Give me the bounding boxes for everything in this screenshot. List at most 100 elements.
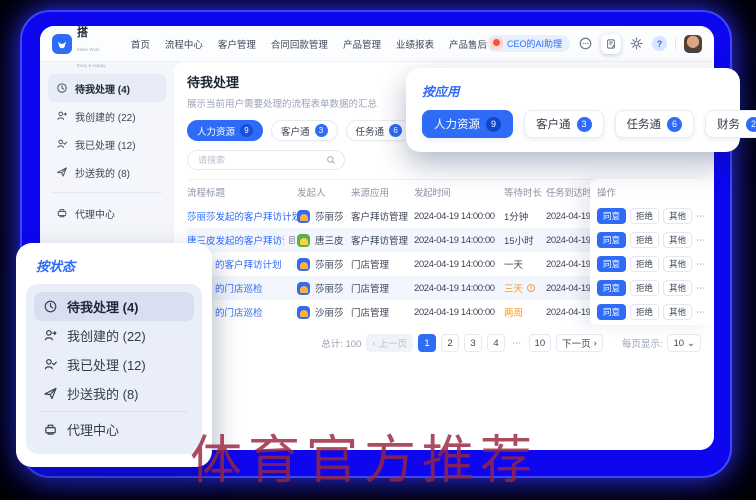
approve-button[interactable]: 同意 [597,208,626,224]
reject-button[interactable]: 拒绝 [630,280,659,296]
reject-button[interactable]: 拒绝 [630,232,659,248]
more-actions-icon[interactable]: ⋯ [696,283,705,294]
by-app-button-customer[interactable]: 客户通 3 [524,110,604,138]
by-app-button-finance[interactable]: 财务 2 [705,110,756,138]
ai-assistant-chip[interactable]: CEO的AI助理 [487,35,570,52]
nav-item-home[interactable]: 首页 [131,37,150,51]
reject-button[interactable]: 拒绝 [630,256,659,272]
status-item-pending[interactable]: 待我处理 (4) [34,292,194,321]
by-app-button-hr[interactable]: 人力资源 9 [422,110,513,138]
page-button-4[interactable]: 4 [487,334,505,352]
start-time: 2024-04-19 14:00:00 [414,235,504,246]
status-item-cc[interactable]: 抄送我的 (8) [34,379,194,408]
count-badge: 2 [746,117,756,132]
process-title-link[interactable]: 莎丽莎发起的客户拜访计划 [187,209,297,223]
page-button-1[interactable]: 1 [418,334,436,352]
user-arrow-icon [43,328,58,343]
status-divider [40,411,188,412]
task-table: 流程标题 发起人 来源应用 发起时间 等待时长 任务到达时间 莎丽莎发起的客户拜… [187,179,701,324]
per-page-control: 每页显示: 10⌄ [622,334,701,352]
search-input[interactable] [196,154,326,166]
gear-icon[interactable] [629,36,644,51]
initiator-avatar [297,306,310,319]
approve-button[interactable]: 同意 [597,256,626,272]
by-app-buttons: 人力资源 9 客户通 3 任务通 6 财务 2 [422,110,724,138]
sidebar-divider [52,192,162,193]
nav-item-process-center[interactable]: 流程中心 [165,37,203,51]
nav-item-contract-mgmt[interactable]: 合同回款管理 [271,37,328,51]
start-time: 2024-04-19 14:00:00 [414,259,504,270]
status-item-created[interactable]: 我创建的 (22) [34,321,194,350]
other-button[interactable]: 其他 [663,280,692,296]
sidebar-item-label: 代理中心 [75,206,115,221]
source-app: 客户拜访管理 [351,233,414,247]
page-button-10[interactable]: 10 [529,334,552,352]
by-status-panel: 按状态 待我处理 (4) 我创建的 (22) 我已处理 (12) 抄送我的 (8… [16,243,212,467]
more-actions-icon[interactable]: ⋯ [696,235,705,246]
sidebar-item-processed[interactable]: 我已处理 (12) [48,130,166,158]
approve-button[interactable]: 同意 [597,232,626,248]
user-check-icon [56,138,68,150]
sidebar-item-label: 我创建的 (22) [75,109,136,124]
initiator-name: 莎丽莎 [315,281,344,295]
count-badge: 3 [577,117,592,132]
sidebar-item-label: 抄送我的 (8) [75,165,130,180]
help-icon[interactable]: ? [652,36,667,51]
initiator-avatar [297,282,310,295]
tab-customer[interactable]: 客户通 3 [271,120,338,141]
initiator-avatar [297,234,310,247]
status-item-processed[interactable]: 我已处理 (12) [34,350,194,379]
per-page-label: 每页显示: [622,336,663,350]
nav-item-performance-report[interactable]: 业绩报表 [396,37,434,51]
nav-item-customer-mgmt[interactable]: 客户管理 [218,37,256,51]
page-button-2[interactable]: 2 [441,334,459,352]
more-actions-icon[interactable]: ⋯ [696,211,705,222]
actions-row: 同意 拒绝 其他 ⋯ [597,204,714,228]
approve-button[interactable]: 同意 [597,304,626,320]
clock-icon [56,82,68,94]
other-button[interactable]: 其他 [663,232,692,248]
paper-plane-icon [43,386,58,401]
more-actions-icon[interactable]: ⋯ [696,259,705,270]
user-avatar[interactable] [684,35,702,53]
other-button[interactable]: 其他 [663,304,692,320]
sidebar-item-agent-center[interactable]: 代理中心 [48,199,166,227]
page-button-3[interactable]: 3 [464,334,482,352]
search-icon[interactable] [326,155,336,165]
other-button[interactable]: 其他 [663,256,692,272]
next-page-button[interactable]: 下一页› [556,334,603,352]
top-nav: 宜搭 YIDA Make Work Easy & Happy 首页 流程中心 客… [40,26,714,62]
status-item-agent-center[interactable]: 代理中心 [34,415,194,444]
by-status-card: 待我处理 (4) 我创建的 (22) 我已处理 (12) 抄送我的 (8) 代理… [26,284,202,454]
sidebar-item-label: 我已处理 (12) [75,137,136,152]
tab-hr[interactable]: 人力资源 9 [187,120,263,141]
approve-button[interactable]: 同意 [597,280,626,296]
other-button[interactable]: 其他 [663,208,692,224]
by-app-button-task[interactable]: 任务通 6 [615,110,695,138]
initiator-name: 沙丽莎 [315,305,344,319]
pagination: 总计: 100 ‹上一页 1 2 3 4 ⋯ 10 下一页› 每页显示: 10⌄ [187,334,701,352]
actions-row: 同意 拒绝 其他 ⋯ [597,228,714,252]
per-page-select[interactable]: 10⌄ [667,334,701,352]
source-app: 门店管理 [351,305,414,319]
initiator-name: 莎丽莎 [315,209,344,223]
wait-duration: 1分钟 [504,209,546,223]
document-icon[interactable] [287,235,297,245]
reject-button[interactable]: 拒绝 [630,304,659,320]
watermark-text: 体育官方推荐 [190,418,538,493]
sidebar-item-cc[interactable]: 抄送我的 (8) [48,158,166,186]
by-app-title: 按应用 [422,81,724,100]
more-circle-icon[interactable] [578,36,593,51]
more-actions-icon[interactable]: ⋯ [696,307,705,318]
source-app: 门店管理 [351,257,414,271]
agent-icon [43,422,58,437]
sidebar-item-created[interactable]: 我创建的 (22) [48,102,166,130]
nav-item-product-mgmt[interactable]: 产品管理 [343,37,381,51]
notes-button[interactable] [601,34,621,54]
reject-button[interactable]: 拒绝 [630,208,659,224]
sidebar-item-pending[interactable]: 待我处理 (4) [48,74,166,102]
tab-task[interactable]: 任务通 6 [346,120,413,141]
prev-page-button[interactable]: ‹上一页 [366,334,413,352]
nav-item-after-sales[interactable]: 产品售后 [449,37,487,51]
user-check-icon [43,357,58,372]
